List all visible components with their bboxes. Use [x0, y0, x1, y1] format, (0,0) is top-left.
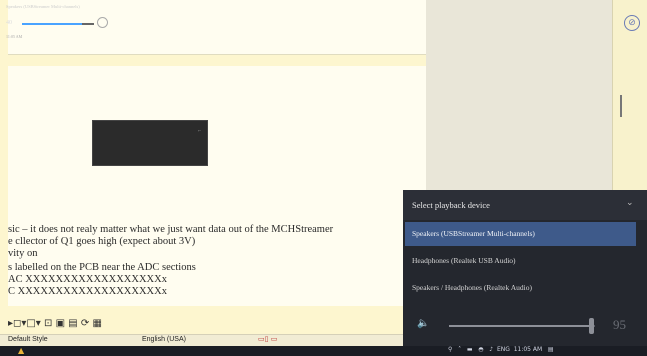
connector-icon[interactable]: ⟳ [81, 318, 89, 329]
document-line-5[interactable]: AC XXXXXXXXXXXXXXXXXXx [8, 274, 167, 285]
flyout-title: Select playback device [412, 200, 490, 210]
embedded-popup-slider-fill [22, 23, 82, 25]
tray-clock[interactable]: 11:05 AM [514, 346, 542, 353]
document-line-3[interactable]: vity on [8, 248, 37, 259]
document-line-1[interactable]: sic – it does not realy matter what we j… [8, 224, 333, 235]
document-line-text: C XXXXXXXXXXXXXXXXXXXx [8, 286, 167, 297]
page-style-indicator[interactable]: Default Style [8, 336, 48, 343]
device-option-usb-headphones[interactable]: Headphones (Realtek USB Audio) [405, 249, 636, 273]
device-option-usbstreamer[interactable]: Speakers (USBStreamer Multi-channels) [405, 222, 636, 246]
app-logo-icon[interactable]: ▲ [18, 346, 24, 355]
device-option-realtek-audio[interactable]: Speakers / Headphones (Realtek Audio) [405, 276, 636, 300]
document-line-text: sic – it does not realy matter what we j… [8, 224, 334, 235]
language-indicator[interactable]: English (USA) [142, 336, 186, 343]
notification-icon[interactable]: ▤ [548, 346, 554, 353]
grid-icon[interactable]: ▦ [92, 318, 101, 329]
tray-language[interactable]: ENG [497, 346, 510, 353]
people-icon[interactable]: ⚲ [448, 346, 452, 353]
embedded-popup-volume: 40 [6, 20, 12, 26]
volume-slider-fill [449, 325, 589, 327]
chevron-down-icon[interactable]: ⌄ [626, 198, 634, 208]
document-line-text: vity on [8, 248, 38, 259]
document-line-text: e cllector of Q1 goes high (expect about… [8, 236, 196, 247]
rectangle-shape-icon[interactable]: □▾ [26, 318, 40, 329]
system-tray: ⚲ ˄ ▬ ◓ ♪ ENG 11:05 AM ▤ [448, 346, 554, 353]
view-layout-icon[interactable]: ▭▯ ▭ [258, 335, 277, 343]
volume-value: 95 [613, 317, 626, 332]
text-cursor-icon: ⌐ [198, 128, 202, 134]
drawing-toolbar: ▸◻▾□▾ ⊡ ▣ ▤ ⟳ ▦ [8, 318, 102, 329]
volume-icon[interactable]: ♪ [489, 346, 493, 353]
volume-slider-thumb[interactable] [589, 318, 594, 334]
navigator-icon[interactable]: ⊘ [624, 15, 640, 31]
document-line-text: s labelled on the PCB near the ADC secti… [8, 262, 196, 273]
network-icon[interactable]: ◓ [478, 346, 483, 353]
document-line-2[interactable]: e cllector of Q1 goes high (expect about… [8, 236, 195, 247]
document-line-6[interactable]: C XXXXXXXXXXXXXXXXXXXx [8, 286, 167, 297]
frame-icon[interactable]: ⊡ [44, 318, 52, 329]
battery-icon[interactable]: ▬ [467, 346, 473, 353]
embedded-popup-status: 11:05 AM [6, 34, 23, 39]
speaker-mute-icon[interactable]: 🔈 [417, 318, 429, 329]
embedded-popup-device-icon [97, 17, 108, 28]
image-icon[interactable]: ▣ [56, 318, 65, 329]
text-box-icon[interactable]: ▤ [68, 318, 77, 329]
callout-shape-icon[interactable]: ◻▾ [13, 318, 26, 329]
document-line-4[interactable]: s labelled on the PCB near the ADC secti… [8, 262, 196, 273]
ruler-marker [620, 95, 622, 117]
embedded-volume-popup-image [92, 120, 208, 166]
embedded-popup-title: Speakers (USBStreamer Multi-channels) [6, 4, 80, 9]
chevron-up-icon[interactable]: ˄ [458, 346, 461, 353]
document-line-text: AC XXXXXXXXXXXXXXXXXXx [8, 274, 167, 285]
